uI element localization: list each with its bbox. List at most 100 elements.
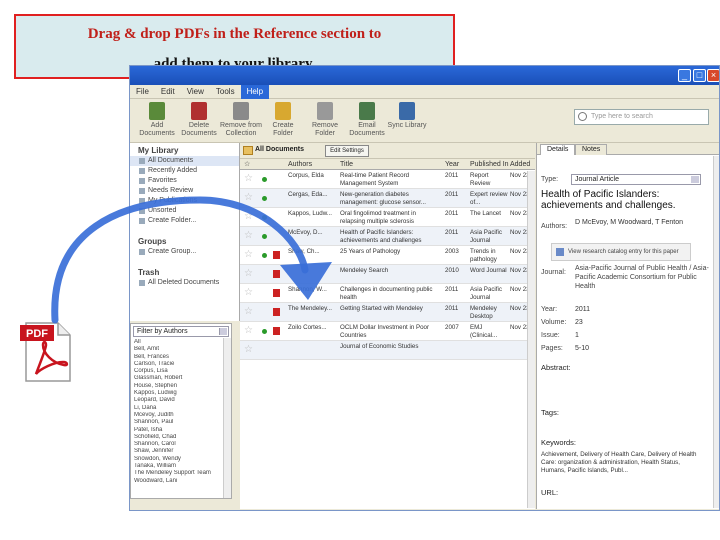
remove-collection-button[interactable]: Remove from Collection (220, 102, 262, 138)
column-added[interactable]: Added (510, 160, 530, 169)
filter-item[interactable]: Tanaka, William (131, 463, 231, 470)
column-authors[interactable]: Authors (288, 160, 312, 169)
tab-details[interactable]: Details (540, 144, 576, 155)
remove-folder-button[interactable]: Remove Folder (304, 102, 346, 138)
sidebar-item-my-publications[interactable]: My Publications (130, 196, 239, 206)
catalog-link[interactable]: View research catalog entry for this pap… (551, 243, 691, 261)
filter-scrollbar[interactable] (223, 338, 231, 498)
table-row[interactable]: ☆ Corpus, Elda Real-time Patient Record Ma… (240, 170, 535, 189)
close-button[interactable]: × (707, 69, 719, 82)
sidebar-item-recently-added[interactable]: Recently Added (130, 166, 239, 176)
sidebar-item-all-documents[interactable]: All Documents (130, 156, 239, 166)
keywords-value[interactable]: Achievement, Delivery of Health Care, De… (541, 451, 701, 475)
filter-item[interactable]: All (131, 339, 231, 346)
star-icon[interactable]: ☆ (244, 173, 253, 184)
catalog-text: View research catalog entry for this pap… (568, 249, 679, 255)
filter-item[interactable]: Glassman, Robert (131, 375, 231, 382)
filter-item[interactable]: Snowdon, Wendy (131, 456, 231, 463)
journal-value[interactable]: Asia-Pacific Journal of Public Health / … (575, 264, 710, 291)
table-row[interactable]: ☆ Cergas, Eda... New-generation diabetes m… (240, 189, 535, 208)
authors-value[interactable]: D McEvoy, M Woodward, T Fenton (575, 218, 710, 227)
sidebar-item-all-deleted-documents[interactable]: All Deleted Documents (130, 278, 239, 288)
filter-item[interactable]: Bell, Amit (131, 346, 231, 353)
star-icon[interactable]: ☆ (244, 249, 253, 260)
star-icon[interactable]: ☆ (244, 230, 253, 241)
filter-item[interactable]: Corpus, Lisa (131, 368, 231, 375)
year-value[interactable]: 2011 (575, 306, 590, 313)
star-icon[interactable]: ☆ (244, 211, 253, 222)
list-scrollbar[interactable] (527, 171, 535, 508)
trash-heading[interactable]: Trash (130, 267, 239, 278)
sidebar-item-create-group[interactable]: Create Group... (130, 247, 239, 257)
star-icon[interactable]: ☆ (244, 287, 253, 298)
table-row[interactable]: ☆ Shannon, W... Challenges in documenting … (240, 284, 535, 303)
document-heading[interactable]: Health of Pacific Islanders: achievement… (541, 189, 706, 211)
menu-file[interactable]: File (130, 85, 155, 99)
details-scrollbar[interactable] (713, 156, 719, 508)
filter-item[interactable]: Shannon, Paul (131, 419, 231, 426)
sidebar-item-favorites[interactable]: Favorites (130, 176, 239, 186)
star-icon[interactable]: ☆ (244, 325, 253, 336)
search-input[interactable]: Type here to search (574, 109, 709, 125)
table-row[interactable]: ☆ Mendeley Search 2010 Word Journal Nov 23 (240, 265, 535, 284)
add-documents-button[interactable]: Add Documents (136, 102, 178, 138)
pdf-icon[interactable] (273, 289, 280, 297)
table-row[interactable]: ☆ McEvoy, D... Health of Pacific Islanders… (240, 227, 535, 246)
sidebar-item-needs-review[interactable]: Needs Review (130, 186, 239, 196)
filter-item[interactable]: Shaw, Jennifer (131, 448, 231, 455)
type-select[interactable]: Journal Article (571, 174, 701, 185)
pages-value[interactable]: 5-10 (575, 345, 589, 352)
panel-splitter[interactable] (232, 323, 240, 499)
table-row[interactable]: ☆ Zoilo Cortes... OCLM Dollar Investment i… (240, 322, 535, 341)
my-library-heading[interactable]: My Library (130, 145, 239, 156)
filter-item[interactable]: Shannon, Carol (131, 441, 231, 448)
sync-button[interactable]: Sync Library (386, 102, 428, 130)
minimize-button[interactable]: _ (678, 69, 691, 82)
create-folder-button[interactable]: Create Folder (262, 102, 304, 138)
filter-item[interactable]: Leopard, David (131, 397, 231, 404)
email-button[interactable]: Email Documents (346, 102, 388, 138)
filter-item[interactable]: Patel, Isha (131, 427, 231, 434)
star-icon[interactable]: ☆ (244, 192, 253, 203)
edit-settings-button[interactable]: Edit Settings (325, 145, 369, 157)
table-row[interactable]: ☆ The Mendeley... Getting Started with Men… (240, 303, 535, 322)
filter-item[interactable]: Bell, Frances (131, 354, 231, 361)
sidebar-item-create-folder[interactable]: Create Folder... (130, 216, 239, 226)
tab-notes[interactable]: Notes (575, 144, 608, 155)
column-published-in[interactable]: Published In (470, 160, 509, 169)
menu-tools[interactable]: Tools (210, 85, 241, 99)
star-icon[interactable]: ☆ (244, 344, 253, 355)
pdf-icon[interactable] (273, 251, 280, 259)
menu-edit[interactable]: Edit (155, 85, 181, 99)
maximize-button[interactable]: □ (693, 69, 706, 82)
star-icon[interactable]: ☆ (244, 268, 253, 279)
table-row[interactable]: ☆ Kappos, Ludw... Oral fingolimod treatmen… (240, 208, 535, 227)
cell-year: 2010 (445, 267, 459, 274)
filter-item[interactable]: Schofield, Chad (131, 434, 231, 441)
filter-item[interactable]: Li, Dana (131, 405, 231, 412)
menu-help[interactable]: Help (240, 85, 270, 99)
column-year[interactable]: Year (445, 160, 459, 169)
filter-item[interactable]: House, Stephen (131, 383, 231, 390)
menu-view[interactable]: View (181, 85, 210, 99)
column-title[interactable]: Title (340, 160, 353, 169)
filter-item[interactable]: Carlson, Tracie (131, 361, 231, 368)
groups-heading[interactable]: Groups (130, 236, 239, 247)
sidebar-item-unsorted[interactable]: Unsorted (130, 206, 239, 216)
pdf-file-icon[interactable]: PDF (18, 319, 76, 385)
filter-item[interactable]: Kappos, Ludwig (131, 390, 231, 397)
favorite-column-icon[interactable]: ☆ (244, 160, 250, 169)
pdf-icon[interactable] (273, 270, 280, 278)
pdf-icon[interactable] (273, 327, 280, 335)
pdf-icon[interactable] (273, 308, 280, 316)
filter-select[interactable]: Filter by Authors (133, 326, 229, 337)
filter-item[interactable]: Mcevoy, Judith (131, 412, 231, 419)
filter-item[interactable]: Woodward, Lani (131, 478, 231, 485)
volume-value[interactable]: 23 (575, 319, 583, 326)
table-row[interactable]: ☆ Shaw, Ch... 25 Years of Pathology 2003 Tre… (240, 246, 535, 265)
table-row[interactable]: ☆ Journal of Economic Studies (240, 341, 535, 360)
delete-documents-button[interactable]: Delete Documents (178, 102, 220, 138)
filter-item[interactable]: The Mendeley Support Team (131, 470, 231, 477)
issue-value[interactable]: 1 (575, 332, 579, 339)
star-icon[interactable]: ☆ (244, 306, 253, 317)
